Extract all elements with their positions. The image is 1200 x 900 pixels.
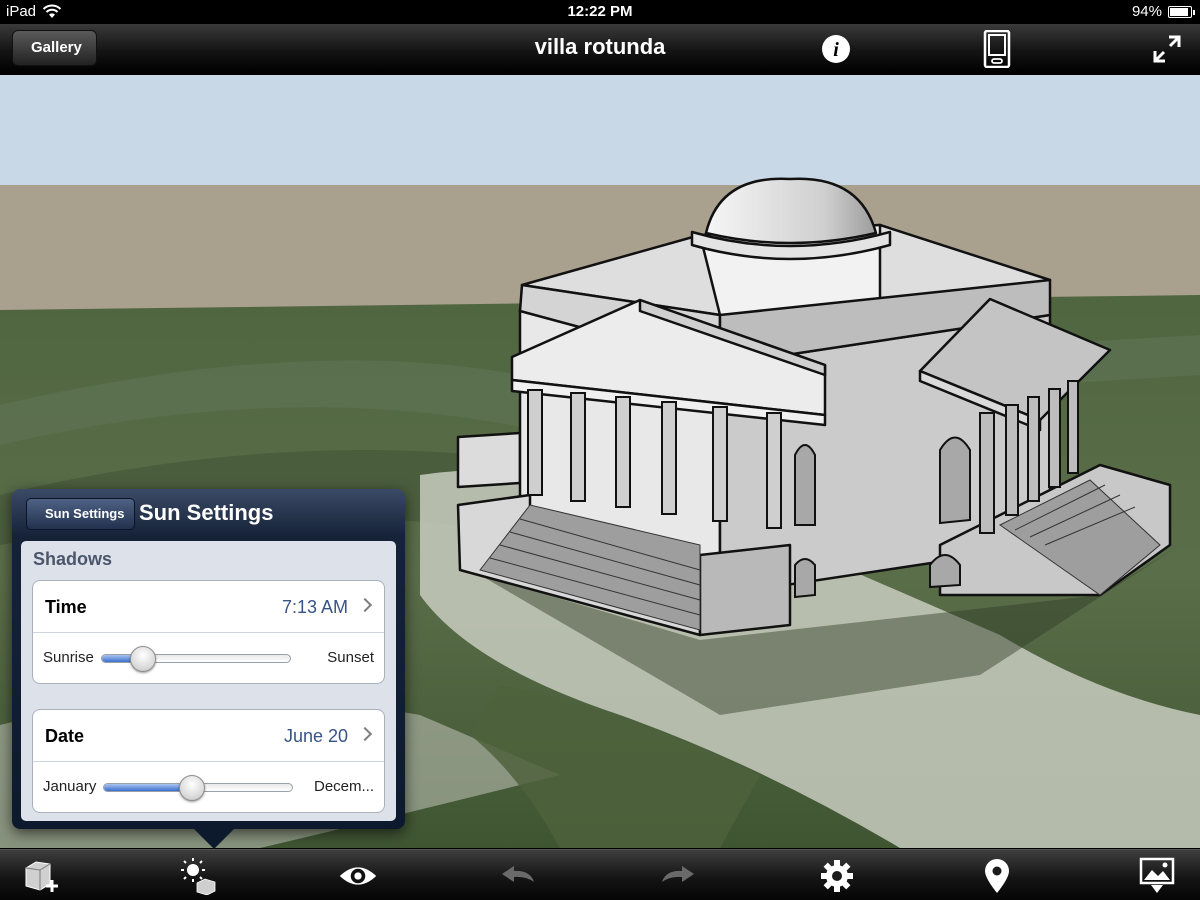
redo-arrow-icon	[662, 866, 694, 882]
model-title: villa rotunda	[534, 34, 666, 59]
chevron-right-icon	[357, 726, 373, 742]
clock: 12:22 PM	[567, 3, 633, 20]
sun-settings-back-button[interactable]: Sun Settings	[26, 498, 136, 530]
bottom-toolbar	[0, 849, 1200, 900]
fullscreen-button[interactable]	[1150, 32, 1184, 66]
device-view-button[interactable]	[980, 30, 1014, 68]
sunrise-label: Sunrise	[43, 649, 94, 666]
export-image-icon	[1139, 857, 1175, 893]
status-bar: iPad 12:22 PM 94%	[0, 0, 1200, 24]
gallery-back-button[interactable]: Gallery	[12, 30, 97, 66]
info-button[interactable]: i	[819, 32, 853, 66]
undo-arrow-icon	[502, 866, 534, 882]
tablet-icon	[983, 30, 1011, 68]
add-component-icon	[25, 861, 58, 892]
time-slider[interactable]	[101, 646, 291, 672]
december-label: Decem...	[313, 778, 374, 795]
date-group: Date June 20 January Decem...	[32, 709, 385, 813]
eye-icon	[339, 867, 377, 885]
time-slider-thumb[interactable]	[130, 646, 157, 672]
time-label: Time	[45, 597, 87, 617]
expand-icon	[1153, 35, 1181, 63]
export-button[interactable]	[1137, 857, 1177, 895]
january-label: January	[43, 778, 97, 795]
date-label: Date	[45, 726, 85, 746]
date-value: June 20	[283, 726, 348, 746]
location-pin-icon	[985, 859, 1009, 893]
add-component-button[interactable]	[22, 857, 62, 895]
undo-button[interactable]	[498, 857, 538, 895]
svg-text:i: i	[833, 39, 839, 61]
popover-title: Sun Settings	[139, 500, 274, 525]
chevron-right-icon	[357, 597, 373, 613]
date-slider-row: January Decem...	[33, 762, 384, 812]
battery-percent: 94%	[1131, 3, 1162, 20]
info-icon: i	[822, 35, 850, 63]
time-slider-row: Sunrise Sunset	[33, 633, 384, 683]
gear-icon	[821, 860, 853, 892]
time-group: Time 7:13 AM Sunrise Sunset	[32, 580, 385, 684]
battery-icon	[1168, 5, 1195, 18]
time-row[interactable]: Time 7:13 AM	[33, 581, 384, 633]
sun-shadows-button[interactable]	[177, 857, 217, 895]
view-button[interactable]	[338, 857, 378, 895]
sun-settings-popover: Sun Settings Sun Settings Shadows Time 7…	[12, 489, 405, 849]
shadows-section-header: Shadows	[33, 549, 113, 569]
time-value: 7:13 AM	[281, 597, 348, 617]
popover-content: Shadows Time 7:13 AM Sunrise Sunset Date…	[21, 541, 396, 821]
settings-button[interactable]	[817, 857, 857, 895]
date-slider-thumb[interactable]	[179, 775, 206, 801]
date-slider[interactable]	[103, 775, 293, 801]
location-button[interactable]	[977, 857, 1017, 895]
redo-button[interactable]	[658, 857, 698, 895]
navigation-bar: Gallery villa rotunda i	[0, 24, 1200, 74]
date-row[interactable]: Date June 20	[33, 710, 384, 762]
sun-shadows-icon	[181, 858, 216, 895]
sunset-label: Sunset	[327, 649, 374, 666]
